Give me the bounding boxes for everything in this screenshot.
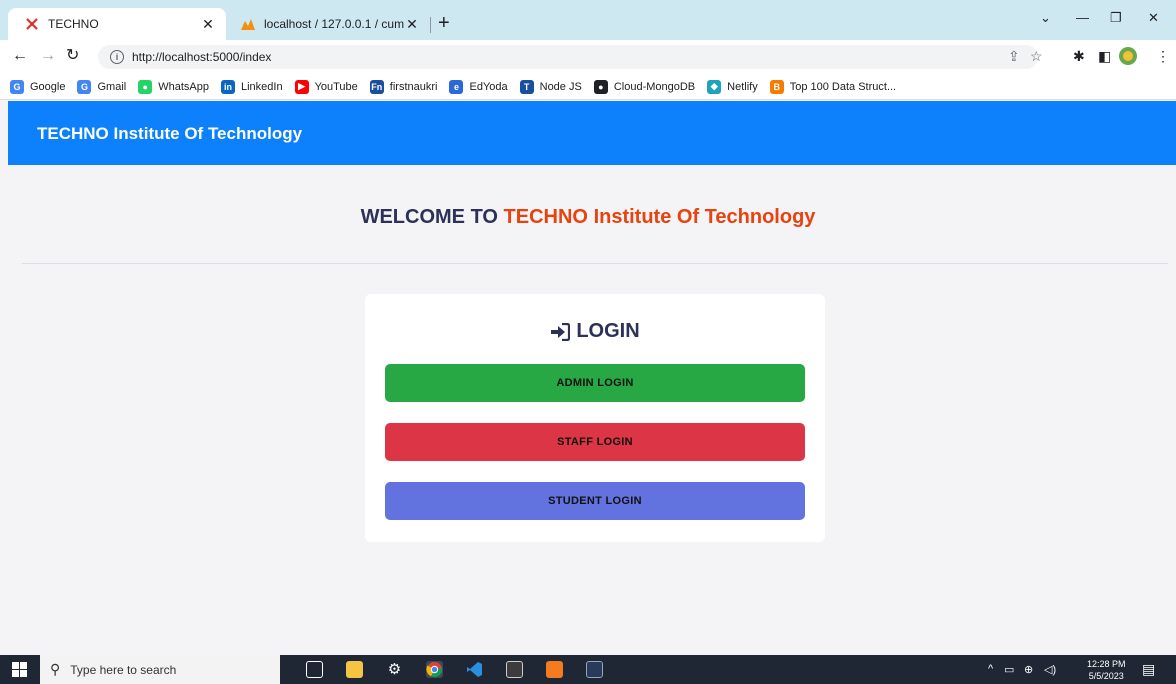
youtube-icon: ▶	[294, 79, 309, 94]
nodejs-icon: T	[519, 79, 534, 94]
terminal-icon[interactable]	[506, 661, 523, 678]
sign-in-icon	[551, 322, 571, 341]
bookmark-gmail[interactable]: G Gmail	[77, 79, 127, 94]
tab-search-chevron-icon[interactable]: ⌄	[1040, 10, 1051, 26]
firstnaukri-icon: Fn	[369, 79, 384, 94]
taskbar-search[interactable]: ⚲ Type here to search	[40, 655, 280, 684]
bookmark-label: WhatsApp	[158, 80, 209, 93]
close-tab-icon[interactable]: ✕	[404, 16, 420, 33]
search-placeholder: Type here to search	[70, 662, 177, 677]
task-view-icon[interactable]	[306, 661, 323, 678]
browser-toolbar: ← → ↻ i http://localhost:5000/index ⇪ ☆ …	[0, 40, 1176, 74]
site-brand[interactable]: TECHNO Institute Of Technology	[37, 124, 302, 144]
gmail-icon: G	[77, 79, 92, 94]
close-window-icon[interactable]: ✕	[1148, 10, 1159, 26]
linkedin-icon: in	[220, 79, 235, 94]
file-explorer-icon[interactable]	[346, 661, 363, 678]
restore-icon[interactable]: ❐	[1110, 10, 1122, 26]
tab-title: localhost / 127.0.0.1 / cumsdbms	[264, 17, 404, 31]
reload-icon[interactable]: ↻	[66, 47, 79, 65]
address-bar[interactable]: i http://localhost:5000/index	[98, 45, 1038, 69]
welcome-prefix: WELCOME TO	[360, 206, 498, 228]
bookmark-mongodb[interactable]: ● Cloud-MongoDB	[593, 79, 696, 94]
windows-start-icon[interactable]	[12, 662, 27, 677]
site-navbar: TECHNO Institute Of Technology	[8, 101, 1176, 165]
divider	[22, 263, 1168, 264]
bookmark-label: Gmail	[97, 80, 127, 93]
close-tab-icon[interactable]: ✕	[200, 16, 216, 33]
bookmark-google[interactable]: G Google	[10, 79, 66, 94]
bookmark-label: Google	[30, 80, 66, 93]
clock-time: 12:28 PM	[1087, 659, 1126, 669]
admin-login-button[interactable]: ADMIN LOGIN	[385, 364, 805, 402]
bookmarks-bar: G Google G Gmail ● WhatsApp in LinkedIn ▶ YouTube…	[0, 74, 1176, 100]
bookmark-netlify[interactable]: ◆ Netlify	[707, 79, 758, 94]
taskbar-clock[interactable]: 12:28 PM 5/5/2023	[1087, 658, 1126, 682]
extensions-puzzle-icon[interactable]: ✱	[1073, 48, 1085, 64]
back-arrow-icon[interactable]: ←	[12, 47, 28, 65]
bookmark-label: YouTube	[314, 80, 358, 93]
xampp-icon[interactable]	[546, 661, 563, 678]
bookmark-label: EdYoda	[469, 80, 508, 93]
snipping-tool-icon[interactable]	[586, 661, 603, 678]
bookmark-edyoda[interactable]: e EdYoda	[449, 79, 508, 94]
bookmark-firstnaukri[interactable]: Fn firstnaukri	[369, 79, 438, 94]
tab-techno[interactable]: TECHNO ✕	[8, 8, 226, 40]
site-info-icon[interactable]: i	[110, 50, 124, 64]
browser-tab-bar: TECHNO ✕ localhost / 127.0.0.1 / cumsdbm…	[0, 0, 1176, 40]
battery-icon[interactable]: ▭	[1004, 663, 1014, 676]
chrome-icon[interactable]	[426, 661, 443, 678]
login-heading: LOGIN	[365, 320, 825, 343]
student-login-button[interactable]: STUDENT LOGIN	[385, 482, 805, 520]
vscode-icon[interactable]	[466, 661, 483, 678]
bookmark-blogger[interactable]: B Top 100 Data Struct...	[769, 79, 897, 94]
tab-divider	[430, 17, 431, 33]
edyoda-icon: e	[449, 79, 464, 94]
profile-avatar-icon[interactable]	[1118, 46, 1138, 69]
search-icon: ⚲	[50, 661, 61, 677]
google-icon: G	[10, 79, 24, 94]
whatsapp-icon: ●	[138, 79, 153, 94]
browser-menu-icon[interactable]: ⋮	[1156, 48, 1170, 64]
bookmark-label: Netlify	[727, 80, 758, 93]
login-card: LOGIN ADMIN LOGIN STAFF LOGIN STUDENT LO…	[365, 294, 825, 542]
welcome-heading: WELCOME TO TECHNO Institute Of Technolog…	[0, 206, 1176, 229]
bookmark-label: Cloud-MongoDB	[613, 80, 696, 93]
blogger-icon: B	[769, 79, 784, 94]
page-viewport: TECHNO Institute Of Technology WELCOME T…	[0, 101, 1176, 655]
bookmark-youtube[interactable]: ▶ YouTube	[294, 79, 358, 94]
network-globe-icon[interactable]: ⊕	[1024, 663, 1033, 676]
tab-phpmyadmin[interactable]: localhost / 127.0.0.1 / cumsdbms ✕	[228, 8, 428, 40]
phpmyadmin-icon	[240, 16, 256, 32]
minimize-icon[interactable]: —	[1076, 10, 1089, 25]
welcome-suffix: Institute Of Technology	[593, 206, 816, 228]
bookmark-whatsapp[interactable]: ● WhatsApp	[138, 79, 209, 94]
tray-chevron-icon[interactable]: ^	[988, 663, 993, 675]
techno-favicon-icon	[24, 16, 40, 32]
share-icon[interactable]: ⇪	[1008, 48, 1020, 64]
windows-taskbar: ⚲ Type here to search ⚙ ^ ▭ ⊕ ◁) 12:28 P…	[0, 655, 1176, 684]
forward-arrow-icon[interactable]: →	[40, 47, 56, 65]
welcome-accent: TECHNO	[503, 206, 588, 228]
bookmark-label: firstnaukri	[389, 80, 438, 93]
mongodb-icon: ●	[593, 79, 608, 94]
bookmark-label: Top 100 Data Struct...	[789, 80, 897, 93]
bookmark-nodejs[interactable]: T Node JS	[519, 79, 582, 94]
url-text: http://localhost:5000/index	[132, 50, 272, 64]
bookmark-label: LinkedIn	[240, 80, 283, 93]
netlify-icon: ◆	[707, 79, 722, 94]
settings-gear-icon[interactable]: ⚙	[386, 661, 403, 678]
notifications-icon[interactable]: ▤	[1142, 661, 1155, 678]
staff-login-button[interactable]: STAFF LOGIN	[385, 423, 805, 461]
clock-date: 5/5/2023	[1088, 671, 1124, 681]
bookmark-star-icon[interactable]: ☆	[1030, 48, 1043, 64]
tab-title: TECHNO	[48, 17, 99, 31]
bookmark-label: Node JS	[539, 80, 582, 93]
side-panel-icon[interactable]: ◧	[1098, 48, 1111, 64]
login-title: LOGIN	[576, 320, 640, 342]
new-tab-icon[interactable]: +	[438, 13, 450, 33]
volume-icon[interactable]: ◁)	[1044, 663, 1056, 676]
bookmark-linkedin[interactable]: in LinkedIn	[220, 79, 283, 94]
